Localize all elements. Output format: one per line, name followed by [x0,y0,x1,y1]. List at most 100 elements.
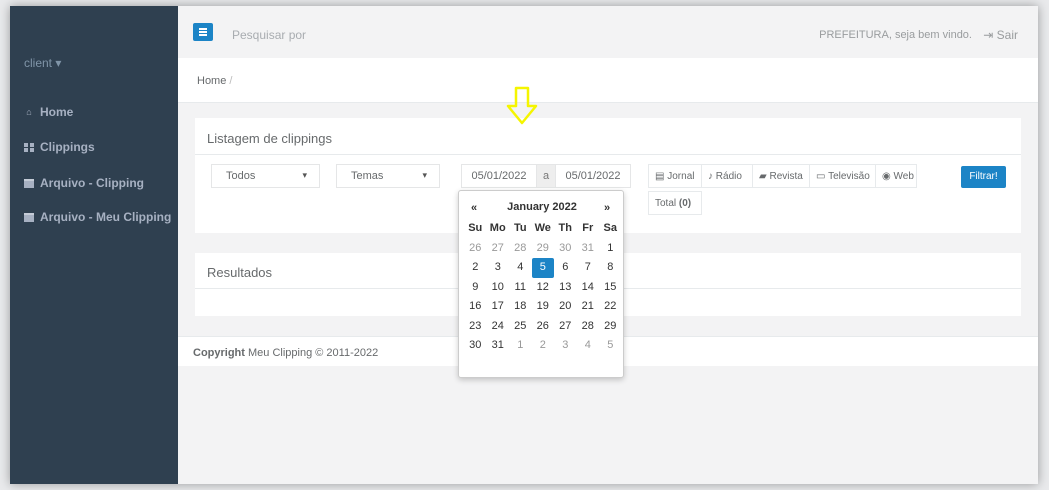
filter-web[interactable]: ◉ Web [875,164,917,188]
theme-select[interactable]: Temas ▾ [336,164,440,188]
datepicker-day[interactable]: 25 [509,317,532,337]
datepicker-weekday: Su [468,222,483,234]
filter-jornal[interactable]: ▤ Jornal [648,164,702,188]
total-label: Total [655,198,677,209]
date-to-input[interactable]: 05/01/2022 [555,164,631,188]
type-select[interactable]: Todos ▾ [211,164,320,188]
sidebar-item-arquivo-meu-clipping[interactable]: Arquivo - Meu Clipping [24,210,171,224]
datepicker-day[interactable]: 7 [577,258,600,278]
sidebar-item-clippings[interactable]: Clippings [24,140,95,154]
datepicker-day[interactable]: 11 [509,278,532,298]
copyright: Copyright Meu Clipping © 2011-2022 [193,347,378,359]
copyright-text: Meu Clipping © 2011-2022 [248,347,379,359]
datepicker-day[interactable]: 30 [554,239,577,259]
datepicker-day[interactable]: 26 [532,317,555,337]
datepicker-day[interactable]: 3 [487,258,510,278]
total-badge: Total (0) [648,191,702,215]
filter-televisao[interactable]: ▭ Televisão [809,164,876,188]
user-dropdown[interactable]: client ▾ [24,56,61,70]
datepicker-day[interactable]: 17 [487,297,510,317]
sidebar: client ▾ ⌂ Home Clippings Arquivo - Clip… [10,6,178,484]
results-title: Resultados [207,265,273,280]
sign-out-icon: ⇥ [983,28,994,42]
copyright-bold: Copyright [193,347,245,359]
datepicker-prev-button[interactable]: « [471,202,477,214]
monitor-icon: ▭ [816,171,826,182]
datepicker-day[interactable]: 21 [577,297,600,317]
filter-revista[interactable]: ▰ Revista [752,164,810,188]
datepicker-day[interactable]: 10 [487,278,510,298]
annotation-arrow-icon [506,86,538,125]
datepicker-next-button[interactable]: » [604,202,610,214]
filter-label: Web [893,171,914,182]
hamburger-icon [199,28,207,30]
datepicker-day[interactable]: 4 [509,258,532,278]
datepicker-day[interactable]: 24 [487,317,510,337]
datepicker-day[interactable]: 3 [554,336,577,356]
sidebar-item-arquivo-clipping[interactable]: Arquivo - Clipping [24,176,144,190]
filter-button[interactable]: Filtrar! [961,166,1006,188]
datepicker-day[interactable]: 16 [464,297,487,317]
datepicker-weekday: We [534,222,551,234]
datepicker-day[interactable]: 15 [599,278,622,298]
datepicker-day[interactable]: 1 [599,239,622,259]
filter-radio[interactable]: ♪ Rádio [701,164,753,188]
datepicker-day-selected[interactable]: 5 [531,258,554,278]
datepicker-day[interactable]: 5 [599,336,622,356]
datepicker-week-row: 2345678 [464,258,622,278]
datepicker-week-row: 26 27 28 29 30 31 1 [464,239,622,259]
datepicker-day[interactable]: 31 [577,239,600,259]
logout-label: Sair [996,28,1018,42]
listing-title: Listagem de clippings [207,131,333,146]
breadcrumb-home[interactable]: Home [197,75,226,87]
filter-label: Televisão [828,171,870,182]
datepicker-grid: Su Mo Tu We Th Fr Sa 26 27 28 29 30 31 1 2 3 4 5 6 7 8 9 10 11 1… [464,219,622,356]
date-from-input[interactable]: 05/01/2022 [461,164,537,188]
sidebar-item-label: Clippings [40,140,95,154]
datepicker-week-row: 30 31 1 2 3 4 5 [464,336,622,356]
menu-toggle-button[interactable] [193,23,213,41]
sidebar-item-label: Home [40,105,74,119]
datepicker-week-row: 23 24 25 26 27 28 29 [464,317,622,337]
logout-link[interactable]: ⇥ Sair [983,28,1018,42]
datepicker-day[interactable]: 22 [599,297,622,317]
search-input[interactable]: Pesquisar por [232,28,306,42]
datepicker-day[interactable]: 31 [487,336,510,356]
datepicker-day[interactable]: 27 [487,239,510,259]
datepicker-day[interactable]: 28 [509,239,532,259]
datepicker-day[interactable]: 29 [599,317,622,337]
datepicker-day[interactable]: 14 [577,278,600,298]
sidebar-item-home[interactable]: ⌂ Home [24,105,73,119]
datepicker-day[interactable]: 18 [509,297,532,317]
datepicker-day[interactable]: 2 [464,258,487,278]
sidebar-header: client ▾ [10,6,178,108]
sidebar-item-label: Arquivo - Clipping [40,176,144,190]
hamburger-icon [199,34,207,36]
breadcrumb-separator: / [229,75,233,87]
datepicker-day[interactable]: 30 [464,336,487,356]
grid-icon [24,142,34,152]
home-icon: ⌂ [26,106,32,117]
datepicker-day[interactable]: 26 [464,239,487,259]
datepicker-month-title[interactable]: January 2022 [499,201,585,213]
datepicker-day[interactable]: 6 [554,258,577,278]
datepicker-day[interactable]: 9 [464,278,487,298]
datepicker-day[interactable]: 1 [509,336,532,356]
datepicker-week-row: 16 17 18 19 20 21 22 [464,297,622,317]
datepicker-day[interactable]: 23 [464,317,487,337]
datepicker-day[interactable]: 13 [554,278,577,298]
datepicker-day[interactable]: 8 [599,258,622,278]
datepicker-weekday: Tu [513,222,527,234]
datepicker-day[interactable]: 2 [532,336,555,356]
newspaper-icon: ▤ [655,171,665,182]
sidebar-item-label: Arquivo - Meu Clipping [40,210,172,224]
datepicker-day[interactable]: 19 [532,297,555,317]
datepicker-weekday: Sa [603,222,617,234]
datepicker-day[interactable]: 4 [577,336,600,356]
datepicker-day[interactable]: 29 [532,239,555,259]
chevron-down-icon: ▾ [302,170,307,180]
datepicker-day[interactable]: 27 [554,317,577,337]
datepicker-day[interactable]: 28 [577,317,600,337]
datepicker-day[interactable]: 12 [532,278,555,298]
datepicker-day[interactable]: 20 [554,297,577,317]
